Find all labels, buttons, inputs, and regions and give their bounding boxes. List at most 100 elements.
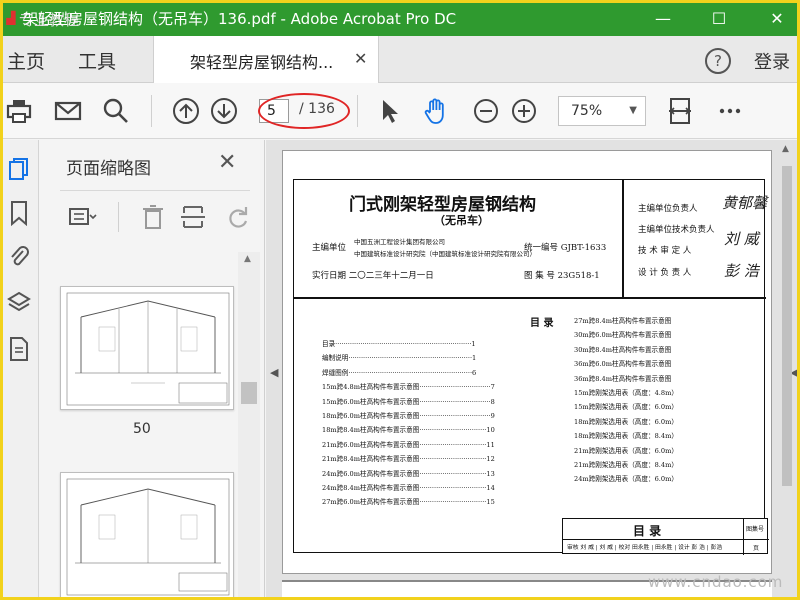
page-thumbnail[interactable] [60, 286, 234, 410]
toc-entry: 15m跨6.0m柱高构件布置示意图·······················… [322, 397, 495, 406]
navigation-rail [3, 140, 39, 597]
panel-scroll-thumb[interactable] [241, 382, 257, 404]
hand-tool-icon[interactable] [421, 96, 451, 126]
title-block-name: 目 录 [633, 524, 662, 538]
toc-entry: 36m跨6.0m柱高构件布置示意图 [574, 360, 672, 369]
window-title: 架轻型房屋钢结构（无吊车）136.pdf - Adobe Acrobat Pro… [23, 10, 457, 28]
toolbar-separator [151, 95, 152, 127]
title-block-divider [743, 519, 744, 555]
responsible-3: 技 术 审 定 人 [638, 246, 692, 256]
page-label: 页 [753, 545, 760, 552]
tab-bar: 主页 工具 架轻型房屋钢结构... ✕ ? 登录 [3, 36, 797, 83]
section-divider [294, 297, 766, 299]
title-block: 目 录 审核 刘 威 | 刘 威 | 校对 田永胜 | 田永胜 | 设计 彭 浩… [562, 518, 769, 555]
more-icon[interactable] [715, 96, 745, 126]
panel-title: 页面缩略图 [66, 159, 151, 179]
toc-entry: 24m跨6.0m柱高构件布置示意图·······················… [322, 469, 495, 478]
toc-entry: 21m跨6.0m柱高构件布置示意图·······················… [322, 440, 495, 449]
collapse-left-panel-icon[interactable]: ◀ [270, 366, 278, 379]
delete-icon[interactable] [138, 202, 168, 232]
layers-icon[interactable] [7, 290, 31, 316]
page-down-icon[interactable] [209, 96, 239, 126]
cover-divider [622, 180, 624, 298]
attachment-icon[interactable] [7, 244, 31, 270]
help-button[interactable]: ? [705, 48, 731, 74]
close-button[interactable]: ✕ [755, 5, 797, 33]
toc-entry: 18m跨刚架选用表（高度：8.4m） [574, 432, 678, 441]
tab-close-icon[interactable]: ✕ [354, 49, 367, 68]
scroll-up-icon[interactable]: ▲ [782, 144, 789, 154]
printer-icon[interactable] [5, 96, 35, 126]
toc-entry: 21m跨刚架选用表（高度：8.4m） [574, 461, 678, 470]
select-cursor-icon[interactable] [375, 96, 405, 126]
fit-page-icon[interactable] [665, 96, 695, 126]
toc-entry: 15m跨刚架选用表（高度：4.8m） [574, 389, 678, 398]
zoom-select[interactable]: 75% ▼ [558, 96, 646, 126]
signature-2: 刘 威 [724, 230, 759, 248]
panel-separator [118, 202, 119, 232]
page-thumbnail[interactable] [60, 472, 234, 597]
title-block-rule [563, 539, 769, 540]
toc-entry: 30m跨8.4m柱高构件布置示意图 [574, 345, 672, 354]
toc-entry: 21m跨8.4m柱高构件布置示意图·······················… [322, 455, 495, 464]
toc-entry: 27m跨8.4m柱高构件布置示意图 [574, 317, 672, 325]
responsible-4: 设 计 负 责 人 [638, 268, 692, 278]
signature-3: 彭 浩 [724, 262, 759, 280]
toc-entry: 24m跨8.4m柱高构件布置示意图·······················… [322, 484, 495, 493]
toc-entry: 27m跨6.0m柱高构件布置示意图·······················… [322, 498, 495, 507]
toc-entry: 18m跨8.4m柱高构件布置示意图·······················… [322, 426, 495, 435]
rotate-icon[interactable] [223, 202, 253, 232]
toc-entry: 21m跨刚架选用表（高度：6.0m） [574, 446, 678, 455]
toolbar: 5 / 136 75% ▼ [3, 83, 797, 139]
toc-entry: 30m跨6.0m柱高构件布置示意图 [574, 331, 672, 340]
acrobat-window: ▟ 专业教程 架轻型房屋钢结构（无吊车）136.pdf - Adobe Acro… [0, 0, 800, 600]
tab-document-label: 架轻型房屋钢结构... [190, 53, 334, 72]
editor-1: 中国五洲工程设计集团有限公司 [354, 238, 445, 246]
drawing-sheet: 门式刚架轻型房屋钢结构 （无吊车） 主编单位 中国五洲工程设计集团有限公司 中国… [293, 179, 769, 555]
document-scroll-thumb[interactable] [782, 166, 792, 486]
unified-number: 统一编号 GJBT-1633 [524, 243, 607, 253]
toc-entry: 目录······································… [322, 340, 476, 348]
document-scrollbar[interactable]: ▲ [778, 144, 796, 596]
panel-close-icon[interactable]: ✕ [218, 150, 236, 175]
document-page-icon[interactable] [7, 336, 31, 362]
toc-entry: 24m跨刚架选用表（高度：6.0m） [574, 475, 678, 484]
toc-entry: 15m跨刚架选用表（高度：6.0m） [574, 403, 678, 412]
minimize-button[interactable]: — [641, 5, 685, 33]
zoom-out-icon[interactable] [471, 96, 501, 126]
editor-label: 主编单位 [312, 243, 347, 253]
email-icon[interactable] [53, 96, 83, 126]
nav-home[interactable]: 主页 [7, 47, 45, 74]
chevron-down-icon: ▼ [629, 105, 637, 116]
toc-heading: 目 录 [530, 318, 554, 329]
maximize-button[interactable]: ☐ [697, 5, 741, 33]
scroll-up-icon[interactable]: ▲ [244, 254, 251, 264]
toc-entry: 18m跨6.0m柱高构件布置示意图·······················… [322, 412, 495, 421]
toc-entry: 18m跨刚架选用表（高度：6.0m） [574, 417, 678, 426]
bookmark-icon[interactable] [7, 200, 31, 227]
toc-right-column: 27m跨8.4m柱高构件布置示意图 30m跨6.0m柱高构件布置示意图 30m跨… [574, 314, 764, 487]
tab-document[interactable]: 架轻型房屋钢结构... ✕ [153, 36, 379, 83]
toolbar-separator [357, 95, 358, 127]
page-up-icon[interactable] [171, 96, 201, 126]
document-view: ◀ ◀ 门式刚架轻型房屋钢结构 （无吊车） 主编单位 中国五洲工程设计集团有限公… [266, 140, 797, 597]
cover-subtitle: （无吊车） [434, 214, 489, 227]
thumbnail-options-icon[interactable] [68, 202, 98, 232]
effective-date: 实行日期 二〇二三年十二月一日 [312, 271, 434, 281]
toc-entry: 编制说明····································… [322, 354, 477, 363]
responsible-1: 主编单位负责人 [638, 204, 698, 214]
toc-left-column: 目录······································… [322, 337, 542, 510]
signature-1: 黄郁馨 [722, 194, 768, 212]
panel-scrollbar[interactable]: ▲ [238, 252, 260, 597]
nav-tools[interactable]: 工具 [78, 47, 116, 74]
login-button[interactable]: 登录 [754, 48, 790, 74]
zoom-in-icon[interactable] [509, 96, 539, 126]
acrobat-logo-icon: ▟ [6, 11, 16, 25]
page-thumbnails-icon[interactable] [7, 156, 31, 182]
title-bar: ▟ 专业教程 架轻型房屋钢结构（无吊车）136.pdf - Adobe Acro… [3, 3, 797, 36]
pdf-page: 门式刚架轻型房屋钢结构 （无吊车） 主编单位 中国五洲工程设计集团有限公司 中国… [282, 150, 772, 574]
atlas-number: 图 集 号 23G518-1 [524, 271, 600, 281]
red-highlight-ellipse [258, 93, 350, 129]
insert-page-icon[interactable] [178, 202, 208, 232]
search-icon[interactable] [101, 96, 131, 126]
